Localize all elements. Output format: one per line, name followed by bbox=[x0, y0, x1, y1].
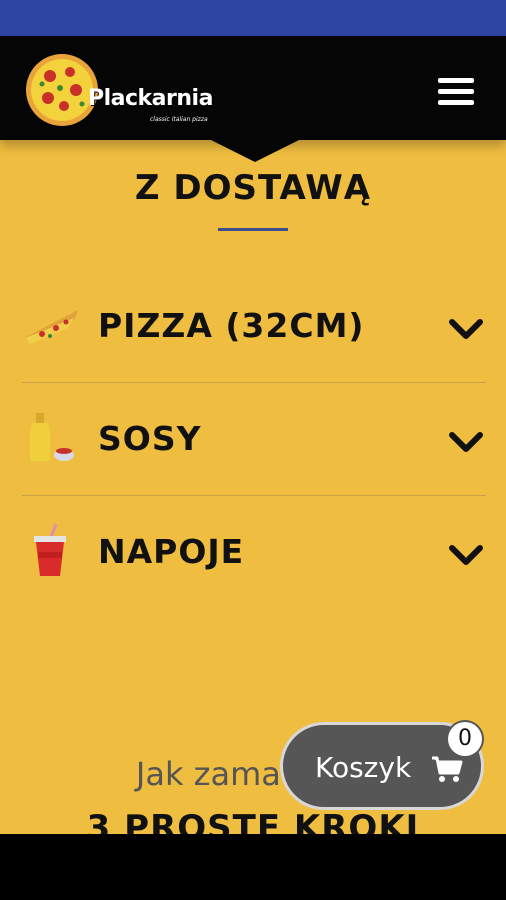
chevron-down-icon[interactable] bbox=[446, 542, 486, 570]
drink-cup-icon bbox=[34, 523, 66, 576]
chevron-down-icon[interactable] bbox=[446, 316, 486, 344]
category-label: SOSY bbox=[98, 419, 202, 458]
cart-count-badge: 0 bbox=[448, 722, 482, 756]
logo[interactable]: Plackarnia classic italian pizza bbox=[24, 52, 234, 132]
header-notch bbox=[211, 140, 299, 162]
status-bar bbox=[0, 0, 506, 36]
category-napoje[interactable]: NAPOJE bbox=[22, 496, 486, 608]
logo-tagline: classic italian pizza bbox=[150, 116, 208, 123]
category-label: NAPOJE bbox=[98, 532, 245, 571]
shopping-cart-icon bbox=[432, 756, 463, 782]
hamburger-menu-icon[interactable] bbox=[436, 76, 476, 106]
title-underline bbox=[218, 228, 288, 231]
navigation-bar bbox=[0, 834, 506, 900]
logo-name: Plackarnia bbox=[88, 86, 213, 111]
section-title: Z DOSTAWĄ bbox=[134, 168, 372, 208]
sauce-bottle-icon bbox=[30, 413, 74, 461]
pizza-slice-icon bbox=[24, 310, 78, 344]
app-header: Plackarnia classic italian pizza bbox=[0, 36, 506, 140]
chevron-down-icon[interactable] bbox=[446, 429, 486, 457]
category-label: PIZZA (32CM) bbox=[98, 306, 365, 345]
category-sosy[interactable]: SOSY bbox=[22, 383, 486, 495]
category-pizza[interactable]: PIZZA (32CM) bbox=[22, 270, 486, 382]
cart-label: Koszyk bbox=[315, 751, 412, 784]
